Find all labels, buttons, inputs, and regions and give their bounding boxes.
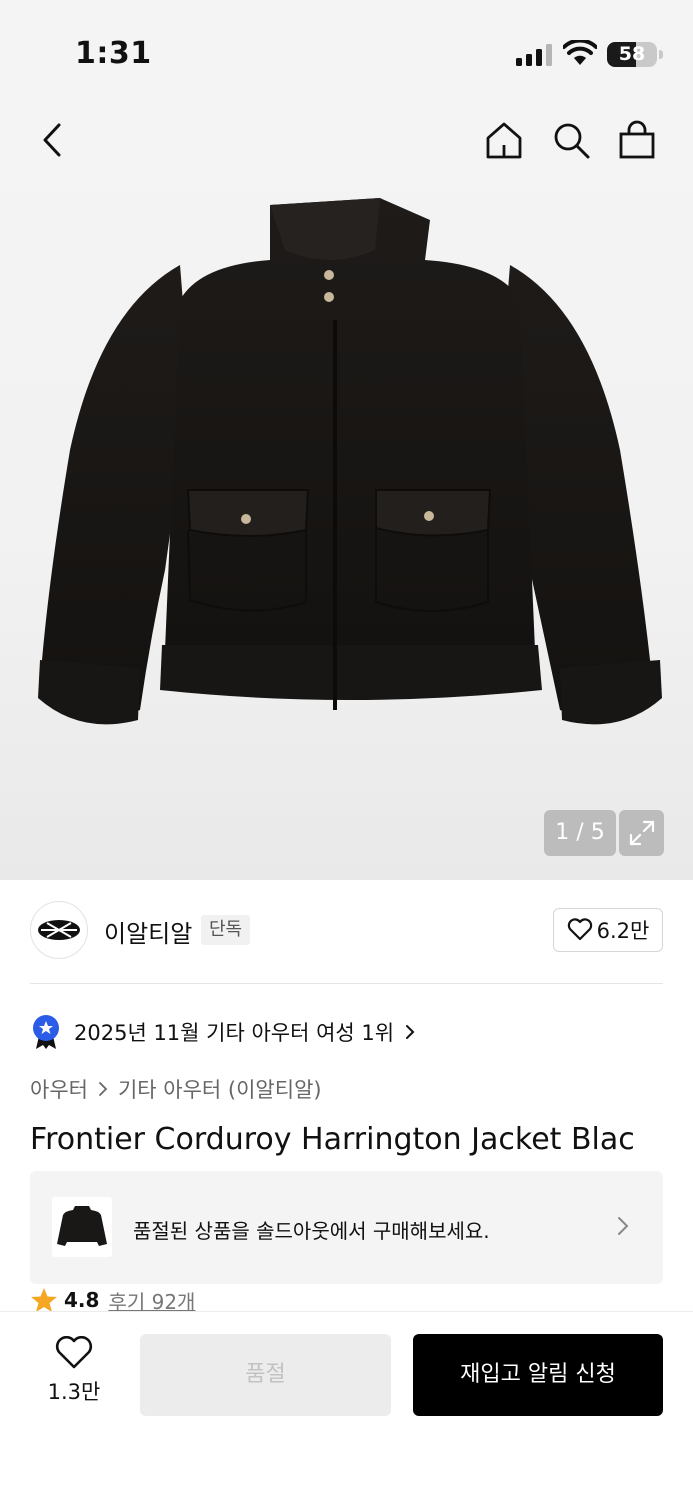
expand-icon [629,820,654,846]
brand-row[interactable]: 이알티알 단독 6.2만 [30,900,663,960]
bag-icon [619,120,655,159]
exclusive-badge: 단독 [201,915,251,945]
breadcrumb-item-outer[interactable]: 아우터 [30,1074,88,1104]
product-image [38,198,662,725]
brand-like-count: 6.2만 [596,919,650,943]
soldout-button: 품절 [140,1334,391,1416]
chevron-right-icon [618,1217,629,1235]
search-icon [554,123,590,159]
cart-button[interactable] [615,118,659,162]
back-button[interactable] [30,118,74,162]
star-icon [31,1288,57,1312]
home-button[interactable] [482,118,526,162]
heart-icon [55,1335,93,1369]
expand-button[interactable] [619,810,664,856]
status-time: 1:31 [75,36,152,71]
image-counter: 1 / 5 [544,810,616,856]
ranking-link[interactable]: 2025년 11월 기타 아우터 여성 1위 [30,1012,416,1052]
search-button[interactable] [549,118,593,162]
product-title: Frontier Corduroy Harrington Jacket Blac [30,1122,635,1157]
banner-text: 품절된 상품을 솔드아웃에서 구매해보세요. [133,1219,490,1243]
home-icon [486,122,522,159]
rank-badge-icon [33,1015,59,1049]
brand-logo-icon [38,920,80,940]
chevron-right-icon [406,1025,415,1039]
chevron-right-icon [99,1082,108,1096]
brand-name[interactable]: 이알티알 [104,914,192,949]
battery-tip [659,50,663,59]
product-image-gallery[interactable]: 1:31 58 1 / 5 [0,0,693,880]
chevron-left-icon [43,123,61,157]
wishlist-count: 1.3만 [47,1380,101,1404]
wifi-icon [563,40,597,65]
battery-indicator: 58 [607,42,657,67]
wishlist-button[interactable]: 1.3만 [34,1335,114,1406]
soldout-banner[interactable]: 품절된 상품을 솔드아웃에서 구매해보세요. [30,1171,663,1284]
signal-icon [516,44,552,66]
ranking-text: 2025년 11월 기타 아우터 여성 1위 [74,1021,395,1045]
banner-thumbnail [52,1197,112,1257]
brand-logo[interactable] [30,901,88,959]
brand-like-button[interactable]: 6.2만 [553,908,663,952]
divider [30,983,663,984]
breadcrumb-item-category[interactable]: 기타 아우터 (이알티알) [118,1074,322,1104]
bottom-action-bar: 1.3만 품절 재입고 알림 신청 [0,1311,693,1500]
status-bar: 1:31 58 [0,0,693,100]
rating-score: 4.8 [64,1288,100,1312]
heart-icon [567,918,592,941]
jacket-thumbnail-icon [57,1206,107,1246]
restock-alert-button[interactable]: 재입고 알림 신청 [413,1334,663,1416]
breadcrumb: 아우터 기타 아우터 (이알티알) [30,1074,322,1104]
